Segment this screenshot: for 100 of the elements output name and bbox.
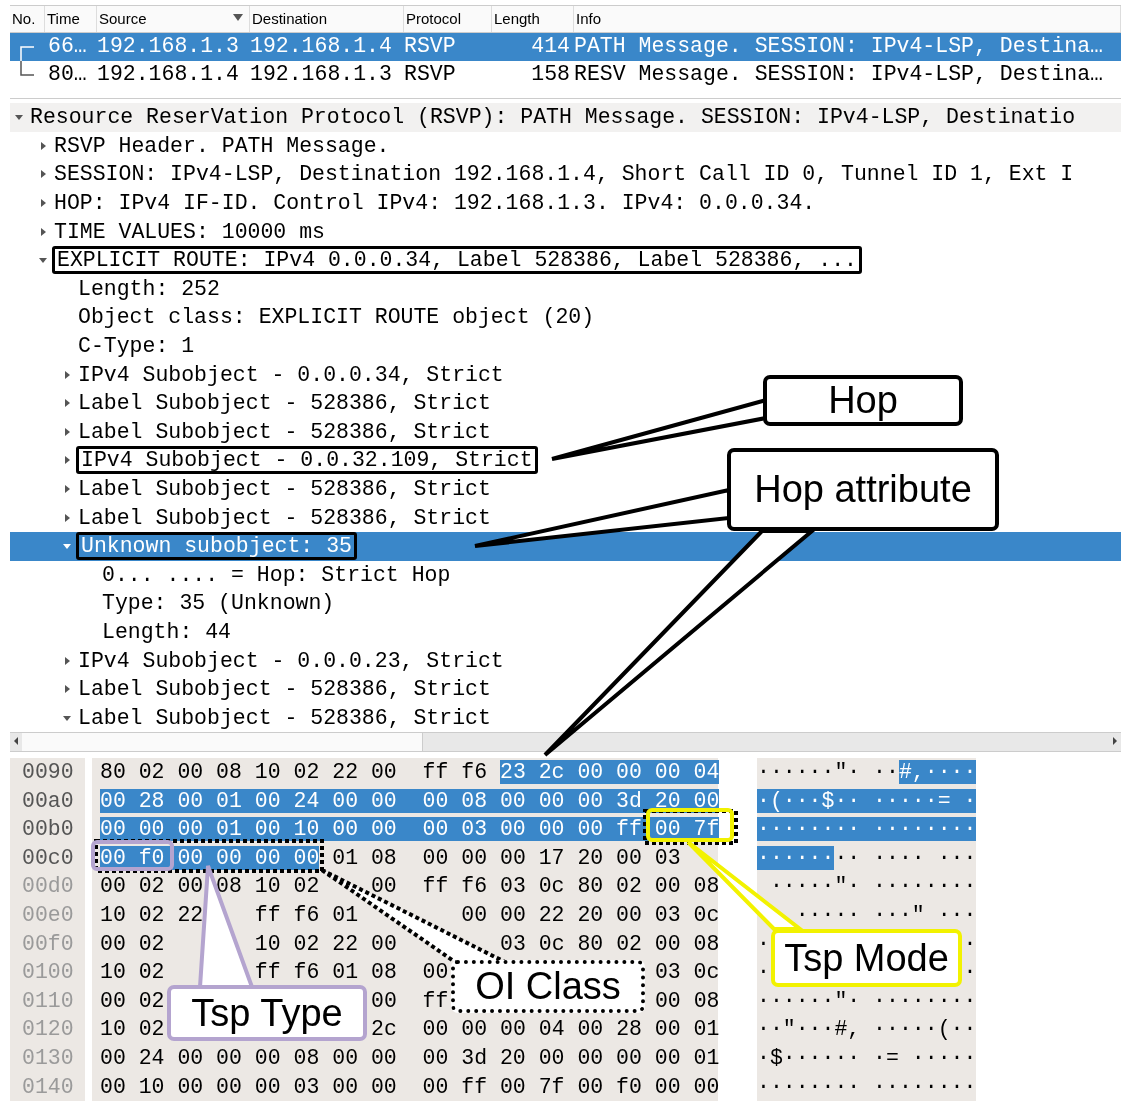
ascii-text: ······"· ··#,···· [757, 758, 976, 787]
length-cell-text: 414 [530, 33, 571, 60]
collapsed-arrow-icon[interactable] [62, 455, 72, 466]
collapsed-arrow-icon[interactable] [38, 140, 48, 151]
tree-label: IPv4 Subobject - 0.0.0.34, Strict [77, 362, 505, 387]
tree-row[interactable]: Resource ReserVation Protocol (RSVP): PATH Message. SESSION: IPv4-LSP, Destinatio [10, 103, 1121, 132]
hex-offset: 0100 [10, 958, 85, 987]
collapsed-arrow-icon[interactable] [62, 655, 72, 666]
tree-row[interactable]: Length: 252 [10, 274, 222, 304]
destination-cell-text: 192.168.1.4 [250, 33, 393, 60]
tree-row[interactable]: Label Subobject - 528386, Strict [10, 674, 493, 704]
collapsed-arrow-icon[interactable] [62, 512, 72, 523]
column-header[interactable]: Destination [250, 6, 404, 32]
tree-label: Length: 44 [101, 620, 233, 644]
collapsed-arrow-icon[interactable] [62, 369, 72, 380]
source-cell-text: 192.168.1.3 [97, 33, 240, 60]
tree-row[interactable]: HOP: IPv4 IF-ID. Control IPv4: 192.168.1.3. IPv4: 0.0.0.34. [10, 188, 818, 218]
column-header[interactable]: Info [574, 6, 1121, 32]
collapsed-arrow-icon[interactable] [38, 169, 48, 180]
tree-label: SESSION: IPv4-LSP, Destination 192.168.1.4, Short Call ID 0, Tunnel ID 1, Ext I [53, 162, 1075, 187]
hex-offset: 0120 [10, 1015, 85, 1044]
tree-row[interactable]: Object class: EXPLICIT ROUTE object (20) [10, 303, 597, 332]
tree-row[interactable]: RSVP Header. PATH Message. [10, 131, 392, 161]
hex-offset: 0090 [10, 758, 85, 787]
tree-row[interactable]: SESSION: IPv4-LSP, Destination 192.168.1.4, Short Call ID 0, Tunnel ID 1, Ext I [10, 160, 1076, 189]
callout-label: OI Class [451, 960, 645, 1013]
collapsed-arrow-icon[interactable] [38, 226, 48, 237]
tree-row[interactable]: Label Subobject - 528386, Strict [10, 503, 493, 532]
tree-row[interactable]: TIME VALUES: 10000 ms [10, 217, 327, 246]
packet-row[interactable]: 80… 192.168.1.4 192.168.1.3 RSVP 158 RESV Message. SESSION: IPv4-LSP, Destina… [10, 60, 1121, 88]
tree-label: Resource ReserVation Protocol (RSVP): PATH Message. SESSION: IPv4-LSP, Destinatio [29, 105, 1077, 130]
tree-label: Label Subobject - 528386, Strict [77, 477, 492, 501]
tree-row[interactable]: Label Subobject - 528386, Strict [10, 474, 493, 504]
column-header[interactable]: Length [492, 6, 574, 32]
protocol-cell-text: RSVP [404, 60, 457, 88]
tree-label: HOP: IPv4 IF-ID. Control IPv4: 192.168.1.3. IPv4: 0.0.0.34. [53, 191, 817, 216]
tree-row[interactable]: C-Type: 1 [10, 331, 197, 361]
horizontal-scrollbar[interactable] [10, 732, 1121, 753]
collapsed-arrow-icon[interactable] [62, 426, 72, 437]
collapsed-arrow-icon[interactable] [62, 398, 72, 409]
source-cell-text: 192.168.1.4 [97, 60, 240, 88]
tree-label: Label Subobject - 528386, Strict [77, 391, 492, 416]
tree-row[interactable]: IPv4 Subobject - 0.0.0.23, Strict [10, 646, 506, 675]
tree-row[interactable]: IPv4 Subobject - 0.0.0.34, Strict [10, 360, 506, 389]
hex-offset: 00b0 [10, 815, 85, 844]
sort-caret-icon [233, 14, 243, 22]
info-cell-text: PATH Message. SESSION: IPv4-LSP, Destina… [574, 33, 1104, 60]
related-packet-icon [20, 60, 34, 76]
tree-row[interactable]: Label Subobject - 528386, Strict [10, 417, 493, 447]
ascii-text: ··"···#, ·····(·· [757, 1015, 976, 1044]
hex-offset: 00d0 [10, 872, 85, 902]
tree-label: Label Subobject - 528386, Strict [77, 505, 492, 530]
column-header[interactable]: No. [10, 6, 45, 32]
tree-row[interactable]: Label Subobject - 528386, Strict [10, 703, 493, 733]
ascii-text: ········ ········ [757, 1072, 976, 1102]
tree-label: Label Subobject - 528386, Strict [77, 677, 492, 702]
ascii-text: ········ ···· ··· [757, 843, 976, 873]
protocol-cell-text: RSVP [404, 33, 457, 60]
ascii-text: ······"· ········ [757, 986, 976, 1016]
collapsed-arrow-icon[interactable] [38, 198, 48, 209]
tree-label: Object class: EXPLICIT ROUTE object (20) [77, 305, 596, 330]
ascii-text: ·$······ ·= ····· [757, 1044, 976, 1073]
tree-row[interactable]: Label Subobject - 528386, Strict [10, 388, 493, 418]
hex-bytes: 00 10 00 00 00 03 00 00 00 ff 00 7f 00 f0 00 00 [92, 1072, 718, 1102]
hex-offset: 0110 [10, 986, 85, 1016]
callout-label: Hop [763, 375, 963, 426]
column-header[interactable]: Protocol [404, 6, 492, 32]
hex-bytes: 00 24 00 00 00 08 00 00 00 3d 20 00 00 00 00 01 [92, 1044, 718, 1073]
destination-cell-text: 192.168.1.3 [250, 60, 393, 88]
tree-label: Length: 252 [77, 276, 221, 301]
column-header[interactable]: Time [45, 6, 97, 32]
tree-label: Unknown subobject: 35 [76, 532, 357, 561]
hex-bytes: 00 28 00 01 00 24 00 00 00 08 00 00 00 3d 20 00 [92, 786, 718, 816]
tree-row[interactable]: Unknown subobject: 35 [10, 531, 1121, 561]
packet-row[interactable]: 66… 192.168.1.3 192.168.1.4 RSVP 414 PATH Message. SESSION: IPv4-LSP, Destina… [10, 33, 1121, 61]
callout-label: Tsp Mode [771, 929, 962, 987]
hex-offset: 00e0 [10, 901, 85, 930]
tree-row[interactable]: Length: 44 [10, 617, 234, 647]
ascii-text: ·(···$·· ·····= · [757, 786, 976, 816]
tree-label: C-Type: 1 [77, 334, 196, 359]
related-packet-icon [20, 45, 34, 61]
tree-label: Label Subobject - 528386, Strict [77, 419, 492, 444]
collapsed-arrow-icon[interactable] [62, 684, 72, 695]
column-header[interactable]: Source [97, 6, 250, 32]
hex-offset: 00a0 [10, 786, 85, 816]
hex-offset: 0140 [10, 1072, 85, 1102]
hex-bytes: 10 02 22 ff f6 01 00 00 22 20 00 03 0c [92, 901, 718, 930]
hex-offset: 00c0 [10, 843, 85, 873]
tree-row[interactable]: 0... .... = Hop: Strict Hop [10, 560, 453, 590]
callout-label: Hop attribute [727, 448, 999, 531]
tree-label: RSVP Header. PATH Message. [53, 133, 391, 158]
info-cell-text: RESV Message. SESSION: IPv4-LSP, Destina… [574, 60, 1104, 88]
tree-label: 0... .... = Hop: Strict Hop [101, 562, 452, 587]
length-cell-text: 158 [530, 60, 571, 88]
tree-row[interactable]: Type: 35 (Unknown) [10, 589, 337, 618]
tree-label: Type: 35 (Unknown) [101, 591, 336, 616]
tree-label: TIME VALUES: 10000 ms [53, 219, 326, 244]
collapsed-arrow-icon[interactable] [62, 484, 72, 494]
ascii-text: ·····"· ········ [757, 872, 976, 902]
hex-offset: 0130 [10, 1044, 85, 1073]
